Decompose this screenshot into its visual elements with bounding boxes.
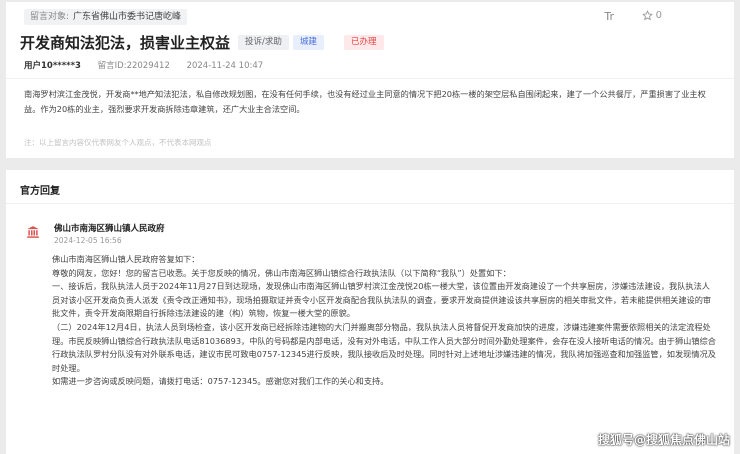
category-badge: 投诉/求助 <box>238 35 289 50</box>
disclaimer-note: 注：以上留言内容仅代表网友个人观点，不代表本网观点 <box>24 138 212 147</box>
post-card: 留言对象: 广东省佛山市委书记唐屹峰 Tr 0 开发商知法犯法，损害业主权益 投诉… <box>6 2 734 158</box>
star-icon <box>641 10 653 21</box>
post-time: 2024-11-24 10:47 <box>186 61 264 71</box>
post-user: 用户10*****3 <box>24 61 81 71</box>
post-content: 南海罗村滨江金茂悦，开发商**地产知法犯法，私自修改规划图，在没有任何手续，也没… <box>24 89 706 114</box>
government-building-icon <box>27 226 39 238</box>
star-count: 0 <box>655 10 662 21</box>
divider <box>6 78 734 79</box>
reply-heading: 官方回复 <box>20 186 60 197</box>
official-reply-card: 官方回复 佛山市南海区狮山镇人民政府 2024-12-05 16:56 佛山市南… <box>6 170 734 454</box>
divider <box>6 203 734 204</box>
reply-paragraph: 如需进一步咨询或反映问题，请拨打电话：0757-12345。感谢您对我们工作的关… <box>52 376 389 387</box>
reply-paragraph: （二）2024年12月4日，执法人员到场检查，该小区开发商已经拆除违建物的大门并… <box>52 321 716 373</box>
reply-paragraph: 尊敬的网友，您好！您的留言已收悉。关于您反映的情况，佛山市南海区狮山镇综合行政执… <box>52 267 511 278</box>
field-badge: 城建 <box>293 35 325 50</box>
favorite-button[interactable]: 0 <box>641 10 662 21</box>
page-title: 开发商知法犯法，损害业主权益 <box>20 34 231 52</box>
message-target-value: 广东省佛山市委书记唐屹峰 <box>73 12 182 22</box>
reply-paragraph: 一、接诉后，我队执法人员于2024年11月27日到达现场，发现佛山市南海区狮山镇… <box>52 281 712 319</box>
reply-org-name: 佛山市南海区狮山镇人民政府 <box>54 224 165 234</box>
post-meta: 用户10*****3 留言ID:22029412 2024-11-24 10:4… <box>24 59 277 71</box>
reply-paragraph: 佛山市南海区狮山镇人民政府答复如下： <box>52 254 200 264</box>
reply-date: 2024-12-05 16:56 <box>54 236 122 245</box>
reply-content: 佛山市南海区狮山镇人民政府答复如下： 尊敬的网友，您好！您的留言已收悉。关于您反… <box>52 253 716 389</box>
status-badge: 已办理 <box>344 35 384 50</box>
watermark: 搜狐号@搜狐焦点佛山站 <box>597 433 730 447</box>
message-target-key: 留言对象: <box>30 12 70 22</box>
font-size-toggle-icon[interactable]: Tr <box>604 10 614 23</box>
message-target-tag[interactable]: 留言对象: 广东省佛山市委书记唐屹峰 <box>24 9 188 25</box>
post-message-id: 留言ID:22029412 <box>97 61 170 71</box>
